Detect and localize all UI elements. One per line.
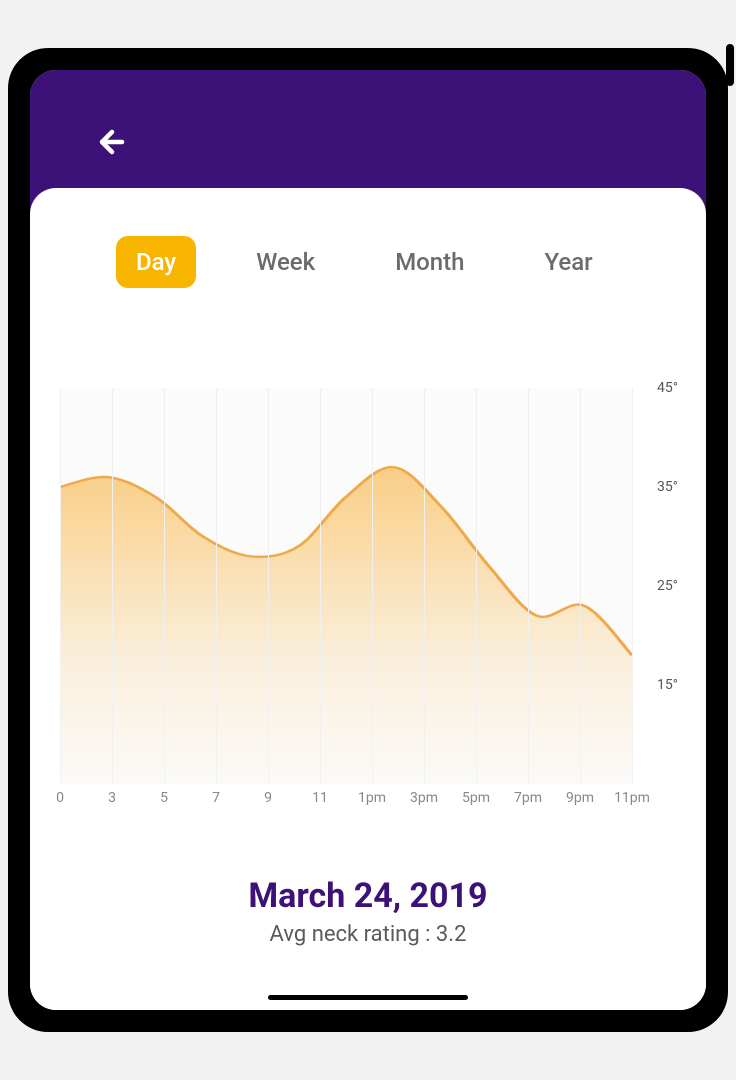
- selected-date-title: March 24, 2019: [58, 876, 678, 916]
- x-axis-tick: 3pm: [410, 790, 438, 806]
- x-axis-tick: 11: [312, 790, 328, 806]
- x-axis-tick: 0: [56, 790, 64, 806]
- x-axis-tick: 11pm: [614, 790, 650, 806]
- x-axis-tick: 3: [108, 790, 116, 806]
- device-power-button: [726, 44, 734, 86]
- x-axis-tick: 5pm: [462, 790, 490, 806]
- content-card: Day Week Month Year: [30, 188, 706, 1010]
- x-axis-tick: 5: [160, 790, 168, 806]
- tab-month[interactable]: Month: [375, 236, 484, 288]
- time-range-tabs: Day Week Month Year: [58, 236, 678, 288]
- x-axis-tick: 7pm: [514, 790, 542, 806]
- y-axis-tick: 15°: [657, 677, 678, 693]
- x-axis-labels: 03579111pm3pm5pm7pm9pm11pm: [60, 790, 632, 808]
- avg-rating-label: Avg neck rating : 3.2: [58, 922, 678, 947]
- arrow-left-icon: [94, 122, 134, 162]
- app-screen: Day Week Month Year: [30, 70, 706, 1010]
- y-axis-tick: 45°: [657, 380, 678, 396]
- tablet-frame: Day Week Month Year: [8, 48, 728, 1032]
- x-axis-tick: 1pm: [358, 790, 386, 806]
- tab-day[interactable]: Day: [116, 236, 196, 288]
- y-axis-labels: 45°35°25°15°: [638, 388, 678, 784]
- chart-plot-area: [60, 388, 632, 784]
- chart-container: 45°35°25°15° 03579111pm3pm5pm7pm9pm11pm: [58, 388, 678, 808]
- tab-year[interactable]: Year: [524, 236, 612, 288]
- tab-week[interactable]: Week: [236, 236, 335, 288]
- area-chart-svg: [60, 388, 632, 784]
- y-axis-tick: 25°: [657, 578, 678, 594]
- x-axis-tick: 9pm: [566, 790, 594, 806]
- home-indicator[interactable]: [268, 995, 468, 1000]
- y-axis-tick: 35°: [657, 479, 678, 495]
- x-axis-tick: 7: [212, 790, 220, 806]
- x-axis-tick: 9: [264, 790, 272, 806]
- back-button[interactable]: [92, 120, 136, 164]
